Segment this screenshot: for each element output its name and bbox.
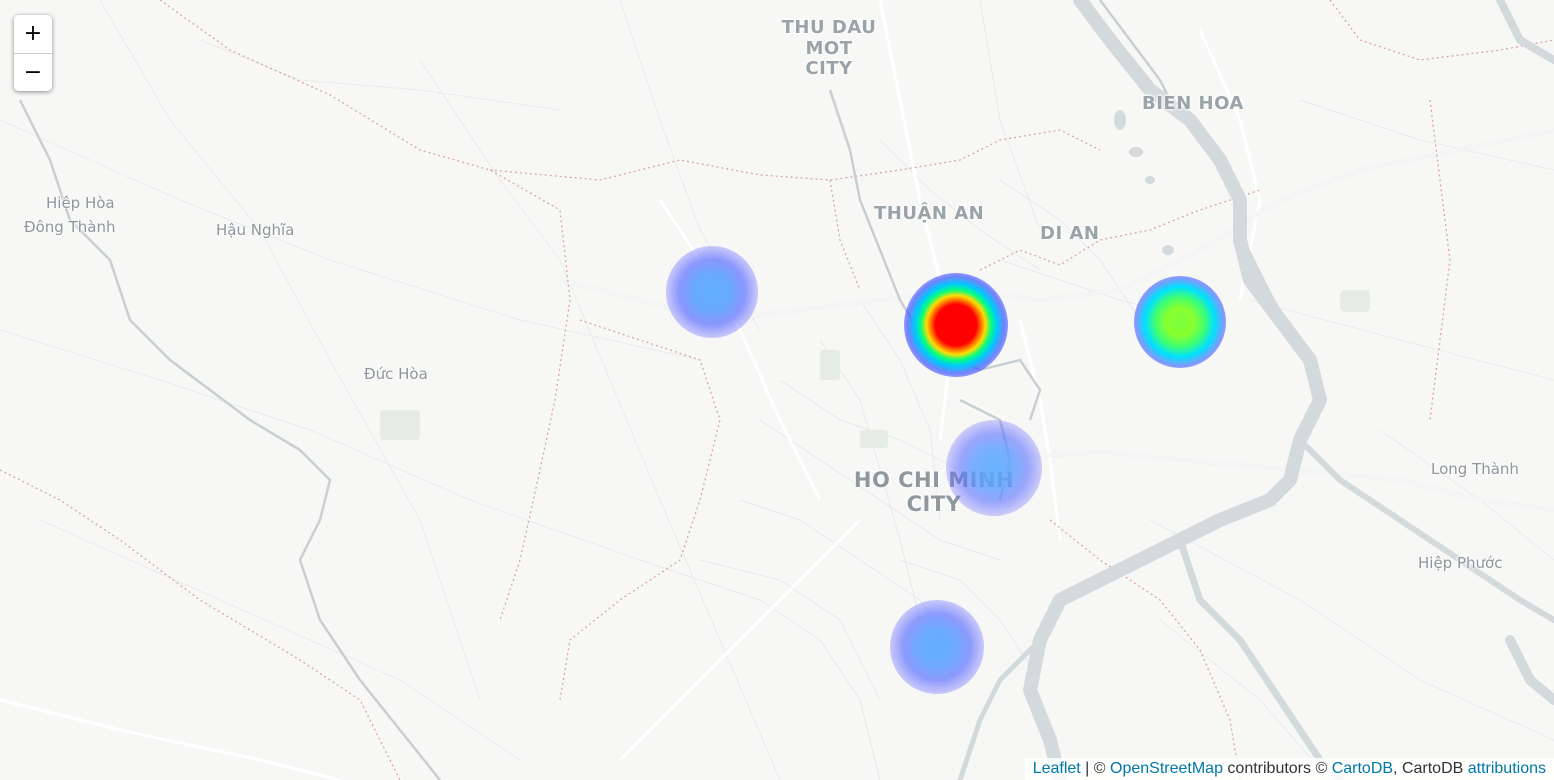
place-label-thuan-an: THUẬN AN — [874, 203, 985, 224]
cartodb-link[interactable]: CartoDB — [1332, 760, 1393, 777]
basemap-tiles[interactable] — [0, 0, 1554, 780]
attribution-contributors-text: contributors © — [1222, 760, 1332, 777]
place-label-hiep-hoa: Hiệp Hòa — [46, 194, 115, 212]
attribution-bar: Leaflet | © OpenStreetMap contributors ©… — [1024, 758, 1554, 780]
heatmap-point — [890, 600, 984, 694]
place-label-thu-dau-mot: THU DAU MOT CITY — [781, 17, 877, 80]
place-label-hau-nghia: Hậu Nghĩa — [216, 221, 295, 239]
place-label-dong-thanh: Đông Thành — [24, 218, 116, 236]
zoom-out-button[interactable]: − — [14, 53, 52, 91]
map-container[interactable]: THU DAU MOT CITY BIEN HOA THUẬN AN DI AN… — [0, 0, 1554, 780]
heatmap-point — [666, 246, 758, 338]
heatmap-point — [946, 420, 1042, 516]
heatmap-point — [904, 273, 1008, 377]
attributions-link[interactable]: attributions — [1468, 760, 1546, 777]
heatmap-point — [1134, 276, 1226, 368]
place-label-duc-hoa: Đức Hòa — [364, 365, 428, 383]
attribution-separator: | © — [1080, 760, 1111, 777]
place-label-di-an: DI AN — [1040, 223, 1100, 244]
place-label-hiep-phuoc: Hiệp Phước — [1418, 554, 1503, 572]
zoom-in-button[interactable]: + — [14, 15, 52, 53]
zoom-control: + − — [14, 15, 52, 91]
place-label-bien-hoa: BIEN HOA — [1142, 93, 1244, 114]
attribution-cartodb-text: , CartoDB — [1393, 760, 1468, 777]
place-label-long-thanh: Long Thành — [1431, 460, 1519, 478]
leaflet-link[interactable]: Leaflet — [1033, 760, 1081, 777]
openstreetmap-link[interactable]: OpenStreetMap — [1110, 760, 1223, 777]
